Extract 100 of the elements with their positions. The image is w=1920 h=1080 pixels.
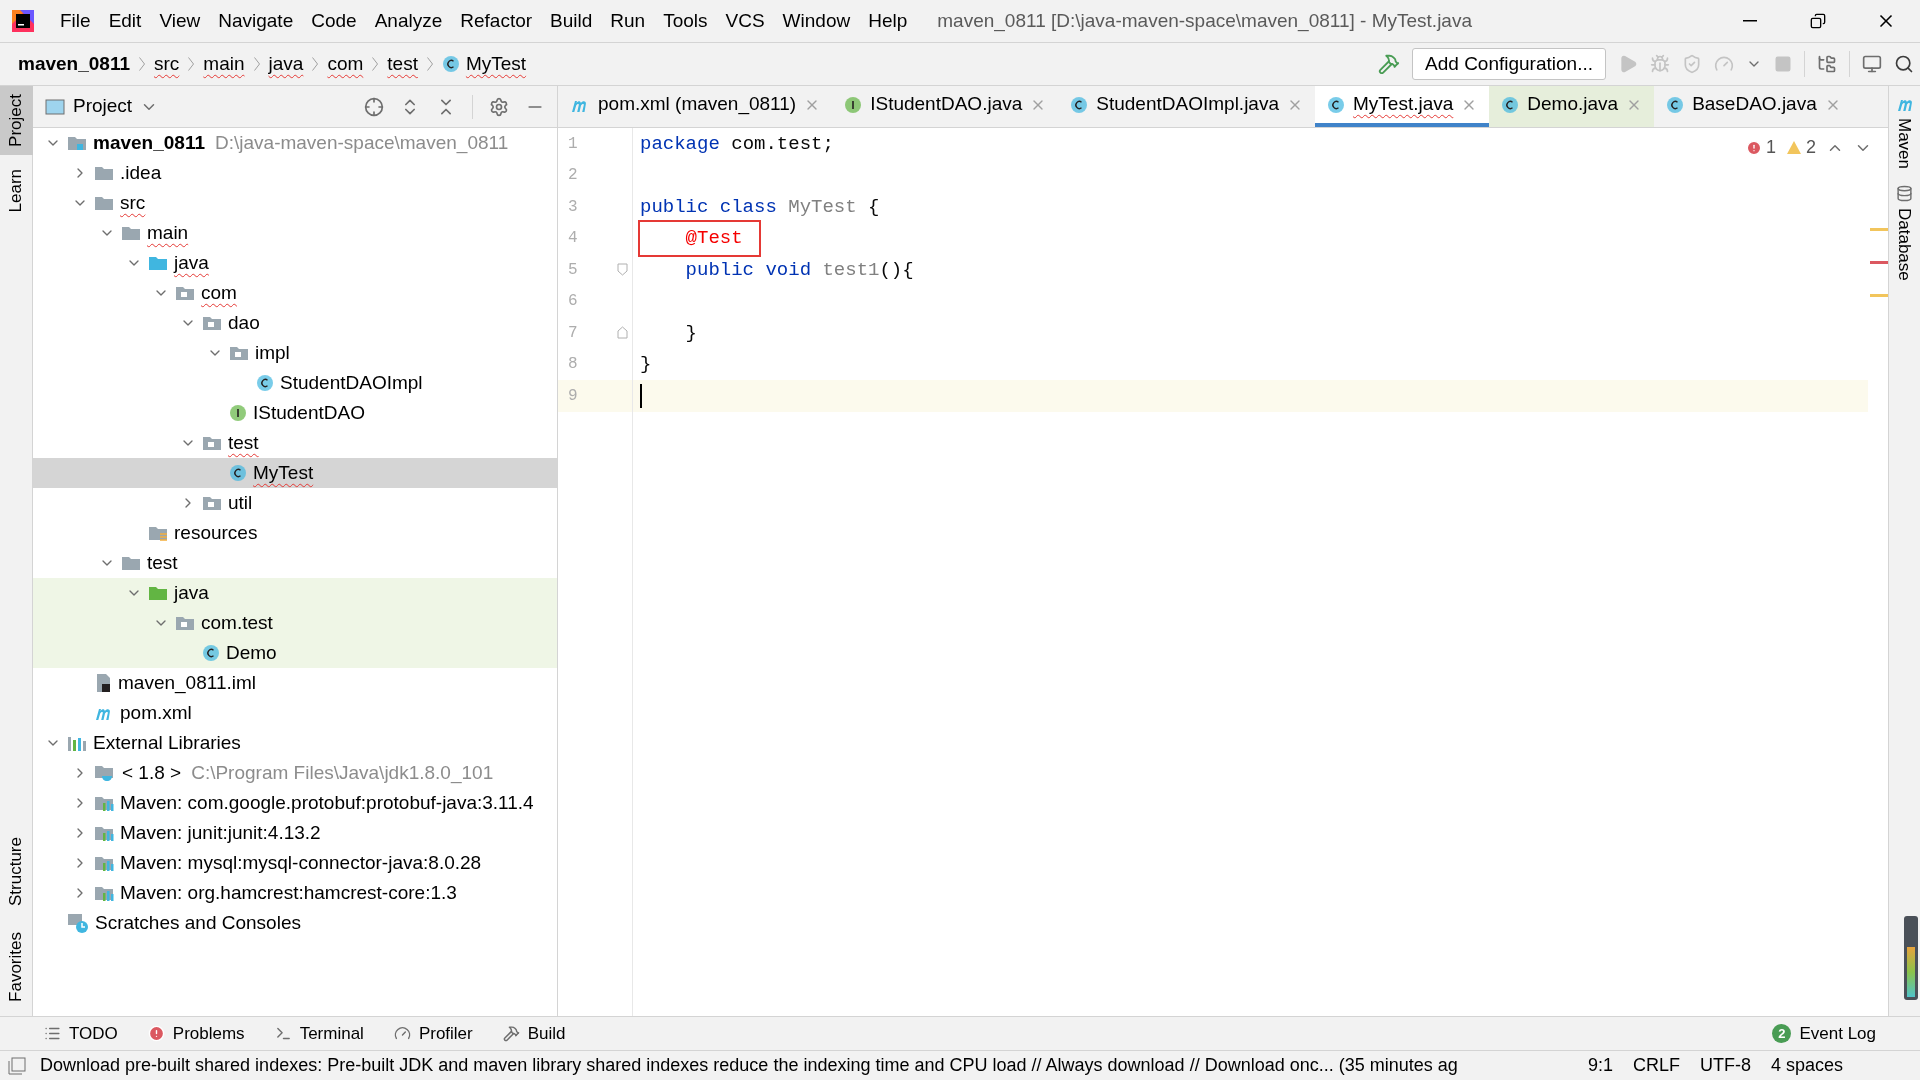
tree-item[interactable]: Maven: junit:junit:4.13.2: [33, 818, 557, 848]
code-token: }: [684, 320, 697, 346]
breadcrumb[interactable]: java: [268, 49, 304, 79]
tree-item[interactable]: Scratches and Consoles: [33, 908, 557, 938]
tree-item[interactable]: java: [33, 248, 557, 278]
tree-item[interactable]: Demo: [33, 638, 557, 668]
tool-window-tab[interactable]: Maven: [1891, 96, 1918, 170]
editor-tab[interactable]: BaseDAO.java: [1654, 86, 1853, 127]
indent-setting[interactable]: 4 spaces: [1771, 1052, 1844, 1079]
tool-window-tab[interactable]: Database: [1891, 185, 1918, 281]
tool-window-button[interactable]: Problems: [147, 1020, 245, 1047]
panel-title[interactable]: Project: [73, 92, 133, 121]
separator-chevron-icon: [372, 57, 379, 71]
menu-item[interactable]: Refactor: [452, 5, 541, 37]
resources-folder-icon: [148, 524, 168, 542]
tool-window-tab[interactable]: Structure: [0, 829, 33, 915]
menu-item[interactable]: View: [151, 5, 209, 37]
tool-window-button[interactable]: Profiler: [393, 1020, 473, 1047]
menu-item[interactable]: Code: [303, 5, 365, 37]
tool-window-tab[interactable]: Learn: [0, 160, 33, 221]
tree-item[interactable]: Maven: org.hamcrest:hamcrest-core:1.3: [33, 878, 557, 908]
code-token: @Test: [640, 222, 759, 255]
build-hammer-icon[interactable]: [1378, 53, 1401, 75]
editor-tab[interactable]: MyTest.java: [1315, 86, 1490, 127]
package-icon: [175, 284, 195, 302]
tree-item[interactable]: maven_0811 D:\java-maven-space\maven_0811: [33, 128, 557, 158]
tree-item[interactable]: IStudentDAO: [33, 398, 557, 428]
menu-item[interactable]: Navigate: [210, 5, 302, 37]
settings-icon[interactable]: [489, 96, 509, 117]
fold-marker-icon[interactable]: [617, 326, 628, 340]
error-count[interactable]: 1: [1745, 134, 1776, 161]
tree-item[interactable]: test: [33, 428, 557, 458]
file-encoding[interactable]: UTF-8: [1700, 1052, 1752, 1079]
tree-item[interactable]: test: [33, 548, 557, 578]
menu-item[interactable]: Run: [602, 5, 654, 37]
tree-item[interactable]: StudentDAOImpl: [33, 368, 557, 398]
breadcrumb[interactable]: src: [154, 49, 180, 79]
menu-item[interactable]: Analyze: [366, 5, 451, 37]
warning-icon: [1786, 140, 1802, 155]
tree-item[interactable]: MyTest: [33, 458, 557, 488]
locate-icon[interactable]: [364, 96, 384, 117]
add-configuration-button[interactable]: Add Configuration...: [1412, 48, 1606, 80]
fold-marker-icon[interactable]: [617, 263, 628, 277]
editor-tab[interactable]: StudentDAOImpl.java: [1058, 86, 1315, 127]
tree-item[interactable]: java: [33, 578, 557, 608]
tree-item[interactable]: .idea: [33, 158, 557, 188]
tree-item[interactable]: main: [33, 218, 557, 248]
tree-item[interactable]: util: [33, 488, 557, 518]
menu-item[interactable]: Window: [774, 5, 859, 37]
breadcrumb[interactable]: MyTest: [465, 49, 527, 79]
breadcrumb[interactable]: com: [327, 49, 364, 79]
class-icon: [202, 644, 220, 662]
tree-item[interactable]: src: [33, 188, 557, 218]
package-icon: [202, 314, 222, 332]
class-icon: [229, 464, 247, 482]
package-icon: [229, 344, 249, 362]
tool-window-button[interactable]: Terminal: [274, 1020, 364, 1047]
project-structure-icon[interactable]: [1817, 54, 1837, 74]
menu-item[interactable]: Build: [542, 5, 601, 37]
tree-item[interactable]: impl: [33, 338, 557, 368]
breadcrumb[interactable]: test: [387, 49, 418, 79]
menu-item[interactable]: VCS: [717, 5, 773, 37]
tab-label: Demo.java: [1527, 92, 1619, 117]
item-label: java: [174, 250, 209, 275]
tree-item[interactable]: maven_0811.iml: [33, 668, 557, 698]
tree-item[interactable]: com.test: [33, 608, 557, 638]
tree-item[interactable]: Maven: com.google.protobuf:protobuf-java:3.11.4: [33, 788, 557, 818]
tool-window-tab[interactable]: Project: [0, 86, 33, 155]
tree-item[interactable]: dao: [33, 308, 557, 338]
hammer-icon: [502, 1025, 520, 1042]
tree-item[interactable]: resources: [33, 518, 557, 548]
editor-tab[interactable]: pom.xml (maven_0811): [558, 86, 833, 127]
search-icon[interactable]: [1894, 54, 1914, 74]
tree-item[interactable]: Maven: mysql:mysql-connector-java:8.0.28: [33, 848, 557, 878]
warning-count[interactable]: 2: [1786, 134, 1816, 161]
item-label: pom.xml: [120, 700, 192, 725]
event-log-button[interactable]: 2 Event Log: [1772, 1020, 1876, 1047]
editor-tab[interactable]: Demo.java: [1489, 86, 1655, 127]
breadcrumb[interactable]: main: [203, 49, 245, 79]
tree-item[interactable]: pom.xml: [33, 698, 557, 728]
tool-window-tab[interactable]: Favorites: [0, 924, 33, 1010]
menu-item[interactable]: Edit: [100, 5, 150, 37]
class-icon: [1501, 95, 1520, 114]
editor-tab[interactable]: IStudentDAO.java: [832, 86, 1059, 127]
menu-item[interactable]: File: [52, 5, 99, 37]
tree-item[interactable]: < 1.8 > C:\Program Files\Java\jdk1.8.0_101: [33, 758, 557, 788]
menu-item[interactable]: Tools: [655, 5, 716, 37]
tool-window-button[interactable]: Build: [502, 1020, 566, 1047]
item-label: com.test: [201, 610, 273, 635]
status-message[interactable]: Download pre-built shared indexes: Pre-built JDK and maven library shared indexes reduce the indexing time and CPU load // Always download // Download onc... (35 minutes ag: [40, 1052, 1572, 1079]
line-separator[interactable]: CRLF: [1633, 1052, 1681, 1079]
class-icon: [1070, 95, 1089, 114]
tool-window-button[interactable]: TODO: [44, 1020, 118, 1047]
package-icon: [175, 614, 195, 632]
caret-position[interactable]: 9:1: [1588, 1052, 1614, 1079]
menu-item[interactable]: Help: [860, 5, 916, 37]
tree-item[interactable]: External Libraries: [33, 728, 557, 758]
presentation-icon[interactable]: [1862, 54, 1882, 74]
breadcrumb[interactable]: maven_0811: [18, 49, 130, 79]
tree-item[interactable]: com: [33, 278, 557, 308]
